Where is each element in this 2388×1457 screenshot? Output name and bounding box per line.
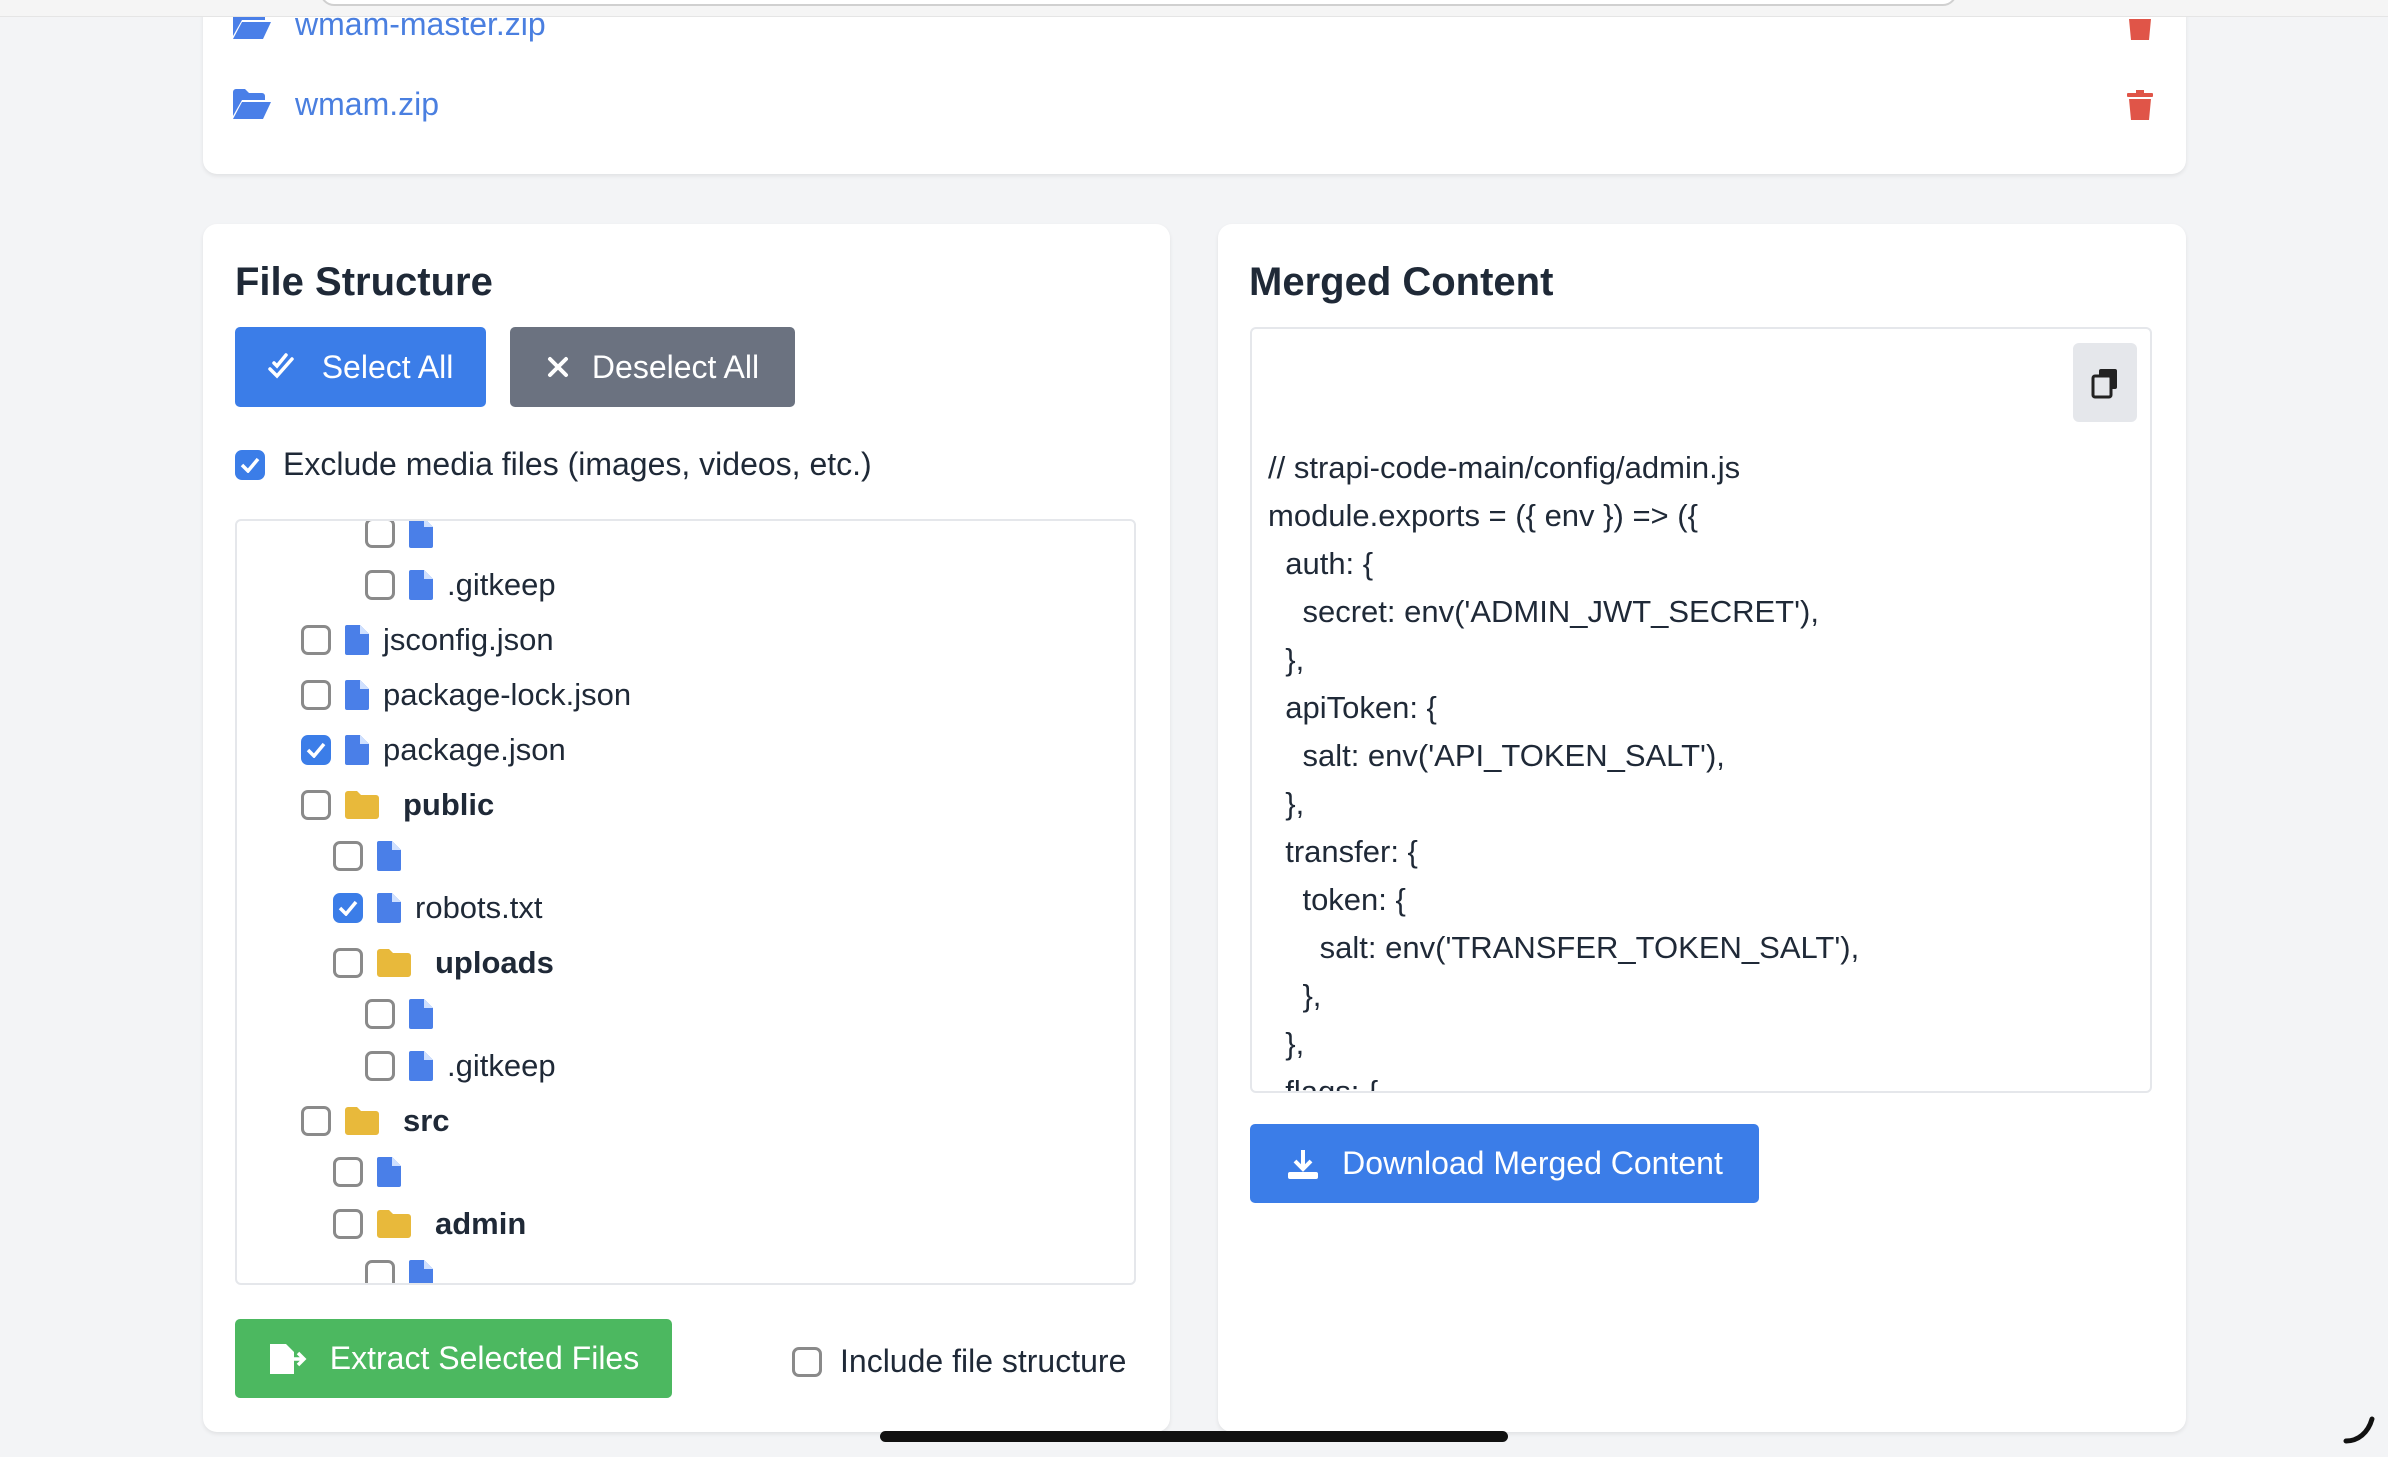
- tree-item-checkbox[interactable]: [301, 734, 331, 765]
- tree-item[interactable]: [301, 1251, 1134, 1283]
- file-export-icon: [269, 1343, 307, 1374]
- include-structure-checkbox[interactable]: [792, 1346, 822, 1377]
- address-bar[interactable]: [320, 0, 1957, 6]
- tree-item[interactable]: .gitkeep: [301, 557, 1134, 612]
- merged-content-text[interactable]: // strapi-code-main/config/admin.js modu…: [1250, 327, 2152, 1093]
- file-structure-title: File Structure: [235, 260, 493, 304]
- file-icon: [409, 521, 433, 548]
- file-icon: [377, 841, 401, 871]
- download-icon: [1288, 1149, 1319, 1179]
- tree-item[interactable]: package-lock.json: [301, 667, 1134, 722]
- double-check-icon: [267, 353, 294, 379]
- tree-item-checkbox[interactable]: [333, 1208, 363, 1239]
- copy-button[interactable]: [2073, 343, 2137, 422]
- x-icon: [547, 357, 568, 377]
- include-structure-option[interactable]: Include file structure: [792, 1343, 1126, 1380]
- tree-item-name: public: [403, 786, 495, 822]
- download-label: Download Merged Content: [1342, 1145, 1723, 1181]
- tree-item[interactable]: uploads: [301, 935, 1134, 990]
- home-indicator[interactable]: [880, 1431, 1508, 1442]
- tree-item-checkbox[interactable]: [365, 1050, 395, 1081]
- tree-item[interactable]: public: [301, 777, 1134, 832]
- tree-item-checkbox[interactable]: [333, 841, 363, 871]
- tree-item[interactable]: jsconfig.json: [301, 612, 1134, 667]
- file-tree[interactable]: .gitkeep jsconfig.json package-lock.json…: [235, 519, 1136, 1285]
- tree-item-name: .gitkeep: [447, 566, 556, 602]
- deselect-all-button[interactable]: Deselect All: [510, 327, 795, 407]
- file-icon: [377, 892, 401, 923]
- tree-item-name: uploads: [435, 944, 554, 980]
- exclude-media-checkbox[interactable]: [235, 449, 265, 480]
- tree-item[interactable]: .gitkeep: [301, 1038, 1134, 1093]
- tree-item-checkbox[interactable]: [365, 521, 395, 548]
- file-icon: [409, 1050, 433, 1081]
- tree-item-checkbox[interactable]: [301, 624, 331, 655]
- file-icon: [345, 679, 369, 710]
- tree-item[interactable]: [301, 990, 1134, 1038]
- tree-item-checkbox[interactable]: [365, 569, 395, 600]
- folder-open-icon: [233, 89, 271, 119]
- tree-item-checkbox[interactable]: [333, 947, 363, 978]
- trash-icon[interactable]: [2127, 90, 2153, 120]
- tree-item-name: package.json: [383, 731, 566, 767]
- tree-item[interactable]: src: [301, 1093, 1134, 1148]
- file-icon: [409, 1260, 433, 1283]
- tree-item[interactable]: admin: [301, 1196, 1134, 1251]
- tree-item-name: package-lock.json: [383, 676, 632, 712]
- corner-resize-icon: [2343, 1416, 2375, 1444]
- tree-item[interactable]: package.json: [301, 722, 1134, 777]
- tree-item-checkbox[interactable]: [333, 1157, 363, 1187]
- tree-item-name: admin: [435, 1205, 527, 1241]
- folder-icon: [377, 948, 411, 977]
- file-icon: [377, 1157, 401, 1187]
- file-name: wmam.zip: [295, 85, 440, 122]
- folder-icon: [345, 1106, 379, 1135]
- file-icon: [409, 999, 433, 1029]
- folder-icon: [345, 790, 379, 819]
- extract-selected-files-button[interactable]: Extract Selected Files: [235, 1319, 672, 1398]
- deselect-all-label: Deselect All: [591, 348, 760, 385]
- select-all-button[interactable]: Select All: [235, 327, 486, 407]
- select-all-label: Select All: [321, 348, 454, 385]
- tree-item-checkbox[interactable]: [333, 892, 363, 923]
- browser-top-bar: [0, 0, 2388, 17]
- tree-item-name: .gitkeep: [447, 1047, 556, 1083]
- tree-item[interactable]: [301, 1148, 1134, 1196]
- tree-item-name: src: [403, 1102, 450, 1138]
- tree-item-checkbox[interactable]: [301, 789, 331, 820]
- tree-item[interactable]: [301, 521, 1134, 557]
- file-icon: [345, 734, 369, 765]
- copy-icon: [2091, 368, 2117, 398]
- tree-item-checkbox[interactable]: [301, 1105, 331, 1136]
- extract-label: Extract Selected Files: [329, 1340, 640, 1376]
- exclude-media-option[interactable]: Exclude media files (images, videos, etc…: [235, 446, 872, 483]
- tree-item-checkbox[interactable]: [301, 679, 331, 710]
- tree-item[interactable]: robots.txt: [301, 880, 1134, 935]
- file-icon: [345, 624, 369, 655]
- merged-content-title: Merged Content: [1249, 260, 1554, 304]
- exclude-media-label: Exclude media files (images, videos, etc…: [283, 446, 872, 482]
- uploaded-file-link[interactable]: wmam.zip: [233, 80, 439, 128]
- tree-item-name: robots.txt: [415, 889, 543, 925]
- tree-item-checkbox[interactable]: [365, 1260, 395, 1283]
- file-icon: [409, 569, 433, 600]
- include-structure-label: Include file structure: [840, 1343, 1127, 1379]
- folder-icon: [377, 1209, 411, 1238]
- tree-item-checkbox[interactable]: [365, 999, 395, 1029]
- download-merged-content-button[interactable]: Download Merged Content: [1250, 1124, 1759, 1203]
- tree-item[interactable]: [301, 832, 1134, 880]
- tree-item-name: jsconfig.json: [383, 621, 554, 657]
